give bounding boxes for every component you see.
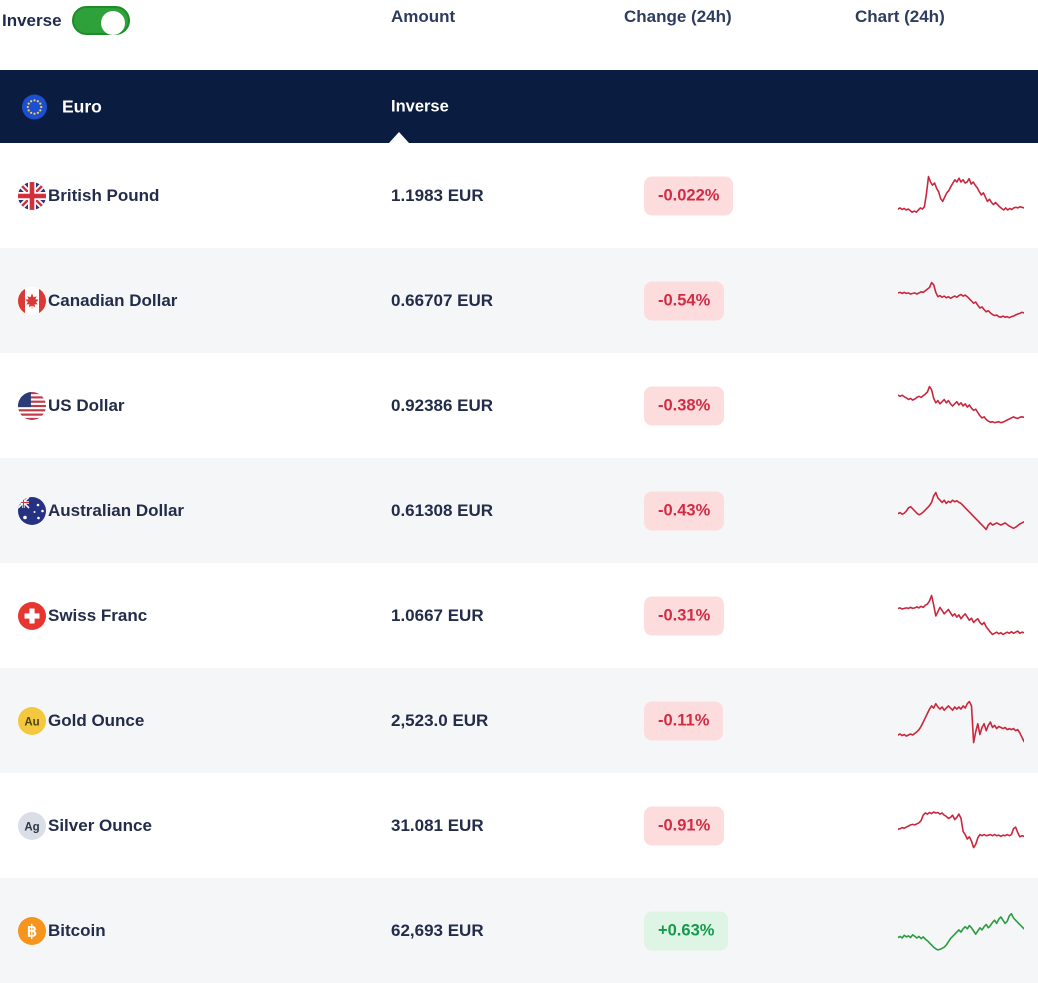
currency-amount: 0.92386 EUR — [391, 395, 494, 415]
table-header-row: Inverse Amount Change (24h) Chart (24h) — [0, 0, 1038, 70]
ca-icon — [18, 286, 46, 315]
currency-name: Australian Dollar — [48, 500, 185, 520]
currency-row[interactable]: Ag Silver Ounce 31.081 EUR -0.91% — [0, 773, 1038, 878]
svg-text:Ag: Ag — [24, 821, 39, 833]
currency-name: US Dollar — [48, 395, 125, 415]
column-header-change: Change (24h) — [624, 7, 732, 26]
ch-icon — [18, 601, 46, 630]
sparkline-chart — [898, 165, 1024, 227]
notch-pointer — [389, 132, 409, 143]
currency-name: Bitcoin — [48, 920, 106, 940]
change-badge: -0.91% — [644, 806, 725, 845]
column-header-chart: Chart (24h) — [855, 7, 945, 26]
sparkline-chart — [898, 585, 1024, 647]
currency-name: Canadian Dollar — [48, 290, 178, 310]
sparkline-chart — [898, 270, 1024, 332]
currency-name: Swiss Franc — [48, 605, 148, 625]
au-icon — [18, 496, 46, 525]
gold-icon: Au — [18, 706, 46, 735]
currency-row[interactable]: Canadian Dollar 0.66707 EUR -0.54% — [0, 248, 1038, 353]
base-currency-row: Euro Inverse — [0, 70, 1038, 143]
base-mode-label: Inverse — [391, 97, 449, 115]
inverse-toggle-label: Inverse — [2, 10, 62, 30]
currency-row[interactable]: British Pound 1.1983 EUR -0.022% — [0, 143, 1038, 248]
currency-row[interactable]: US Dollar 0.92386 EUR -0.38% — [0, 353, 1038, 458]
gb-icon — [18, 181, 46, 210]
sparkline-chart — [898, 690, 1024, 752]
currency-amount: 62,693 EUR — [391, 920, 484, 940]
change-badge: -0.43% — [644, 491, 725, 530]
svg-text:Au: Au — [24, 716, 39, 728]
currency-amount: 1.1983 EUR — [391, 185, 484, 205]
column-header-amount: Amount — [391, 7, 456, 26]
change-badge: -0.31% — [644, 596, 725, 635]
currency-name: British Pound — [48, 185, 160, 205]
sparkline-chart — [898, 480, 1024, 542]
change-badge: -0.38% — [644, 386, 725, 425]
base-currency-name: Euro — [62, 96, 102, 116]
currency-amount: 2,523.0 EUR — [391, 710, 489, 730]
currency-amount: 1.0667 EUR — [391, 605, 484, 625]
change-badge: -0.54% — [644, 281, 725, 320]
currency-amount: 0.61308 EUR — [391, 500, 494, 520]
currency-rows-list: British Pound 1.1983 EUR -0.022% Canadia… — [0, 143, 1038, 983]
euro-flag-icon — [22, 94, 47, 119]
currency-row[interactable]: Australian Dollar 0.61308 EUR -0.43% — [0, 458, 1038, 563]
svg-text:฿: ฿ — [27, 923, 37, 940]
sparkline-chart — [898, 795, 1024, 857]
sparkline-chart — [898, 375, 1024, 437]
change-badge: +0.63% — [644, 911, 729, 950]
us-icon — [18, 391, 46, 420]
currency-name: Gold Ounce — [48, 710, 145, 730]
inverse-toggle-group: Inverse — [2, 6, 130, 35]
currency-amount: 0.66707 EUR — [391, 290, 494, 310]
currency-rates-widget: Inverse Amount Change (24h) Chart (24h) … — [0, 0, 1038, 983]
sparkline-chart — [898, 900, 1024, 962]
currency-row[interactable]: Au Gold Ounce 2,523.0 EUR -0.11% — [0, 668, 1038, 773]
currency-amount: 31.081 EUR — [391, 815, 484, 835]
btc-icon: ฿ — [18, 916, 46, 945]
silver-icon: Ag — [18, 811, 46, 840]
currency-row[interactable]: Swiss Franc 1.0667 EUR -0.31% — [0, 563, 1038, 668]
change-badge: -0.11% — [644, 701, 724, 740]
inverse-toggle-switch[interactable] — [71, 6, 130, 35]
currency-row[interactable]: ฿ Bitcoin 62,693 EUR +0.63% — [0, 878, 1038, 983]
currency-name: Silver Ounce — [48, 815, 152, 835]
toggle-knob — [100, 10, 125, 35]
change-badge: -0.022% — [644, 176, 734, 215]
